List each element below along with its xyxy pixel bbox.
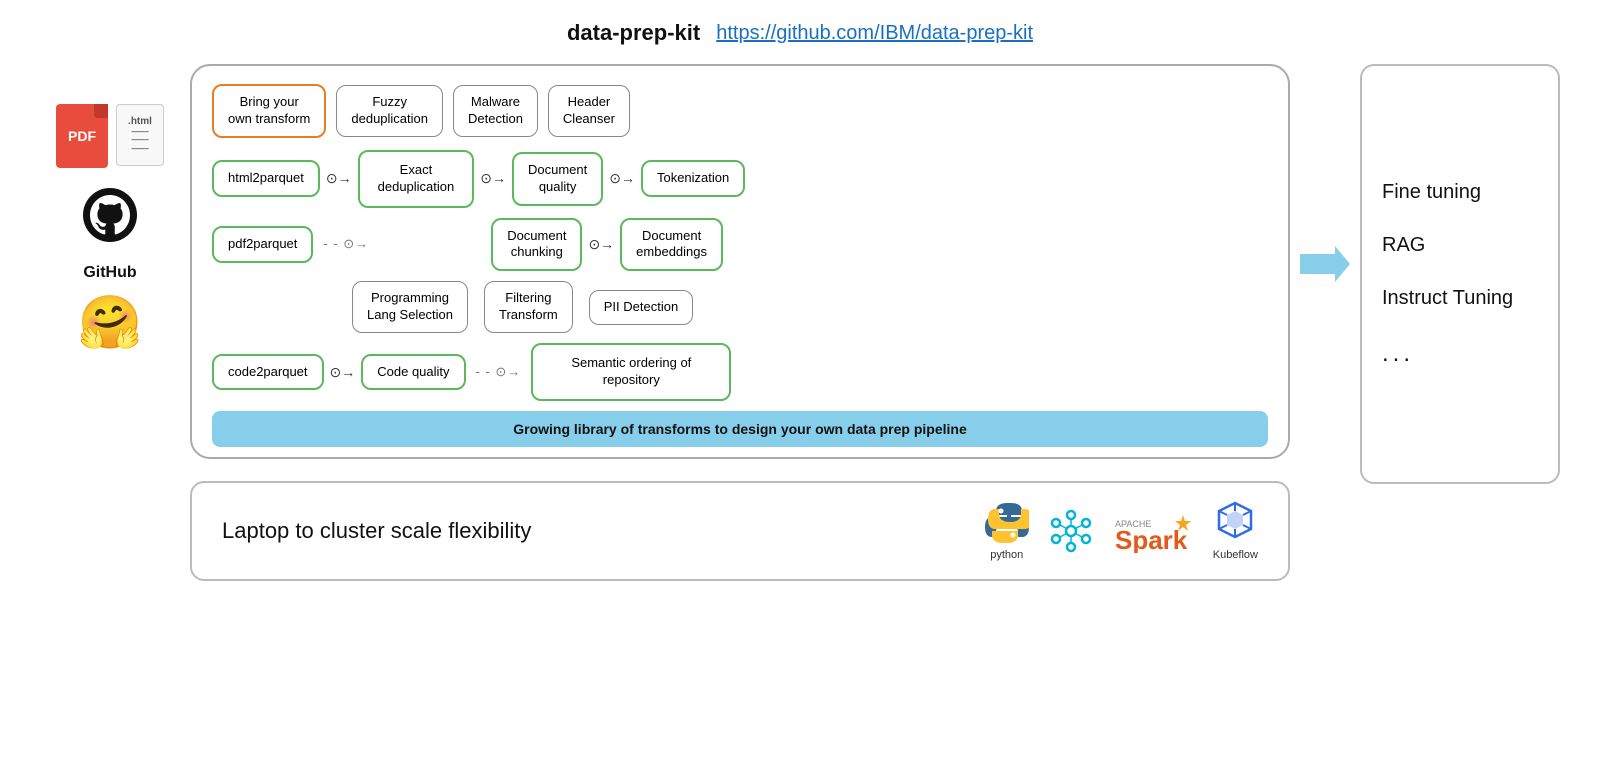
node-filtering: FilteringTransform [484,281,573,333]
emoji-icon: 🤗 [78,292,143,353]
right-panel: Fine tuning RAG Instruct Tuning ... [1360,64,1560,484]
header: data-prep-kit https://github.com/IBM/dat… [567,20,1033,46]
pdf-label: PDF [68,128,96,144]
node-bring-own-transform: Bring yourown transform [212,84,326,138]
github-logo-symbol [82,187,138,252]
python-logo: python [985,501,1029,561]
connector-2: ⊙→ [480,170,506,187]
connector-5: ⊙→ [330,364,356,381]
bottom-section: Laptop to cluster scale flexibility pyth… [190,481,1290,581]
right-panel-rag: RAG [1382,234,1538,257]
kubeflow-label: Kubeflow [1213,549,1258,561]
node-header-cleanser: HeaderCleanser [548,85,630,137]
big-arrow [1300,64,1360,284]
html-icon: .html ━━━━━━━━━━━━ [116,104,164,166]
node-code-quality: Code quality [361,354,465,391]
github-text-label: GitHub [83,264,136,282]
connector-3: ⊙→ [609,170,635,187]
connector-1: ⊙→ [326,170,352,187]
left-icons: PDF .html ━━━━━━━━━━━━ GitHub [40,64,180,353]
pipeline-row-3: pdf2parquet - - ⊙→ Documentchunking ⊙→ D… [212,218,1268,272]
svg-text:Spark: Spark [1115,525,1188,553]
node-pdf2parquet: pdf2parquet [212,226,313,263]
page-title: data-prep-kit [567,20,700,46]
connector-4: ⊙→ [588,236,614,253]
python-label: python [990,549,1023,561]
main-content: PDF .html ━━━━━━━━━━━━ GitHub [40,64,1560,581]
node-exact-dedup: Exactdeduplication [358,150,475,208]
pipeline-row-4: ProgrammingLang Selection FilteringTrans… [212,281,1268,333]
node-prog-lang: ProgrammingLang Selection [352,281,468,333]
pipeline-box: Bring yourown transform Fuzzydeduplicati… [190,64,1290,459]
right-panel-instruct-tuning: Instruct Tuning [1382,287,1538,310]
html-lines: ━━━━━━━━━━━━ [132,129,149,154]
spark-logo: APACHE Spark [1113,509,1193,553]
right-panel-more: ... [1382,340,1538,368]
pipeline-row-5: code2parquet ⊙→ Code quality - - ⊙→ Sema… [212,343,1268,401]
right-panel-fine-tuning: Fine tuning [1382,181,1538,204]
pipeline-container: Bring yourown transform Fuzzydeduplicati… [190,64,1290,581]
node-malware-detection: MalwareDetection [453,85,538,137]
kubeflow-logo: Kubeflow [1213,501,1258,561]
html-label: .html [128,116,152,127]
file-icons: PDF .html ━━━━━━━━━━━━ [56,104,164,168]
node-doc-quality: Documentquality [512,152,603,206]
ray-logo [1049,509,1093,553]
node-tokenization: Tokenization [641,160,745,197]
node-semantic-ordering: Semantic ordering ofrepository [531,343,731,401]
github-icon [75,184,145,254]
pipeline-row-2: html2parquet ⊙→ Exactdeduplication ⊙→ Do… [212,150,1268,208]
bottom-title: Laptop to cluster scale flexibility [222,518,531,544]
pdf-icon: PDF [56,104,108,168]
node-doc-embeddings: Documentembeddings [620,218,723,272]
pipeline-row-top: Bring yourown transform Fuzzydeduplicati… [212,84,1268,138]
node-html2parquet: html2parquet [212,160,320,197]
node-pii-detection: PII Detection [589,290,693,325]
dashed-arrow-2: - - ⊙→ [472,364,526,380]
tech-logos: python [985,501,1258,561]
library-bar: Growing library of transforms to design … [212,411,1268,447]
node-fuzzy-dedup: Fuzzydeduplication [336,85,443,137]
node-code2parquet: code2parquet [212,354,324,391]
github-link[interactable]: https://github.com/IBM/data-prep-kit [716,22,1033,45]
dashed-arrow-1: - - ⊙→ [319,236,373,252]
node-doc-chunking: Documentchunking [491,218,582,272]
